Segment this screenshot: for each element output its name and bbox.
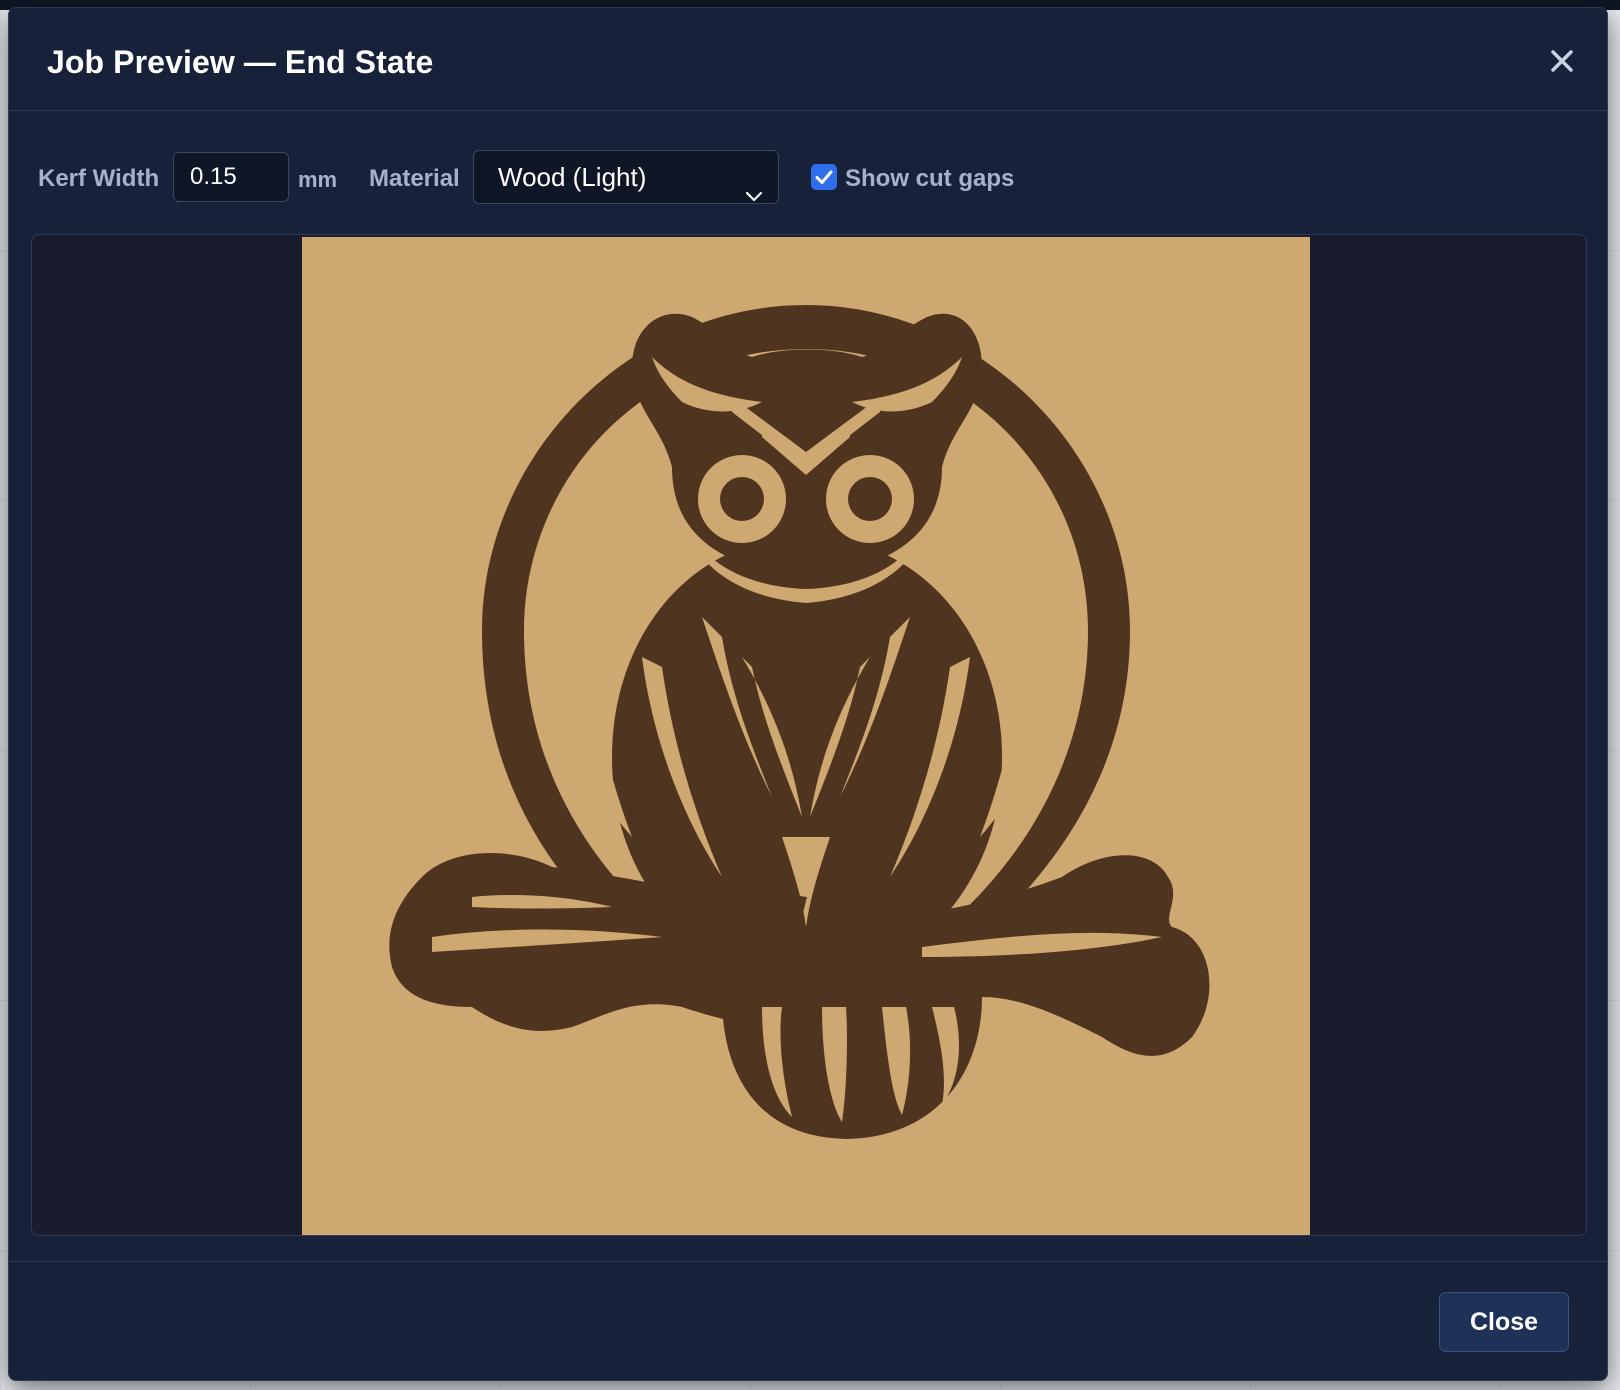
close-button[interactable]: Close bbox=[1439, 1292, 1569, 1352]
close-icon[interactable] bbox=[1547, 46, 1577, 76]
dialog-title: Job Preview — End State bbox=[47, 44, 434, 80]
job-preview-dialog: Job Preview — End State Kerf Width 0.15 … bbox=[8, 7, 1608, 1381]
preview-toolbar: Kerf Width 0.15 mm Material Wood (Light)… bbox=[9, 148, 1607, 206]
kerf-width-input[interactable]: 0.15 bbox=[173, 152, 289, 202]
checkmark-icon bbox=[815, 170, 833, 184]
dialog-header: Job Preview — End State bbox=[9, 8, 1607, 111]
material-select[interactable]: Wood (Light) bbox=[473, 150, 779, 204]
dialog-footer: Close bbox=[9, 1261, 1607, 1380]
kerf-unit-label: mm bbox=[298, 167, 338, 192]
show-cut-gaps-label[interactable]: Show cut gaps bbox=[845, 165, 1014, 193]
preview-canvas[interactable] bbox=[31, 234, 1587, 1236]
chevron-down-icon bbox=[744, 169, 764, 202]
kerf-width-label: Kerf Width bbox=[38, 165, 160, 192]
owl-engraving bbox=[389, 305, 1210, 1139]
material-selected-value: Wood (Light) bbox=[498, 162, 647, 192]
material-board bbox=[302, 237, 1310, 1235]
material-label: Material bbox=[369, 165, 460, 192]
show-cut-gaps-checkbox[interactable] bbox=[811, 164, 837, 190]
